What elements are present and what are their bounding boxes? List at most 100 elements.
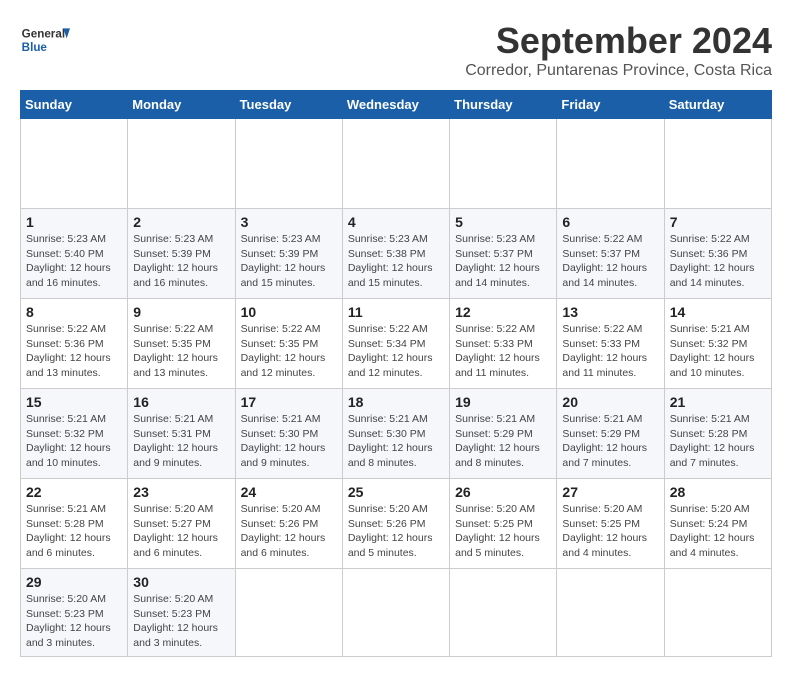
table-cell: [450, 119, 557, 209]
day-number: 28: [670, 484, 766, 500]
table-cell: 28 Sunrise: 5:20 AMSunset: 5:24 PMDayligh…: [664, 479, 771, 569]
table-cell: 20 Sunrise: 5:21 AMSunset: 5:29 PMDayligh…: [557, 389, 664, 479]
day-info: Sunrise: 5:20 AMSunset: 5:25 PMDaylight:…: [562, 502, 658, 561]
day-info: Sunrise: 5:21 AMSunset: 5:29 PMDaylight:…: [455, 412, 551, 471]
table-cell: 21 Sunrise: 5:21 AMSunset: 5:28 PMDayligh…: [664, 389, 771, 479]
table-cell: 30 Sunrise: 5:20 AMSunset: 5:23 PMDayligh…: [128, 569, 235, 657]
day-number: 22: [26, 484, 122, 500]
table-cell: [342, 119, 449, 209]
col-monday: Monday: [128, 91, 235, 119]
day-number: 29: [26, 574, 122, 590]
day-info: Sunrise: 5:21 AMSunset: 5:32 PMDaylight:…: [670, 322, 766, 381]
table-cell: 23 Sunrise: 5:20 AMSunset: 5:27 PMDayligh…: [128, 479, 235, 569]
table-cell: [128, 119, 235, 209]
table-cell: 11Sunrise: 5:22 AMSunset: 5:34 PMDayligh…: [342, 299, 449, 389]
day-info: Sunrise: 5:21 AMSunset: 5:28 PMDaylight:…: [670, 412, 766, 471]
day-number: 6: [562, 214, 658, 230]
table-cell: 5 Sunrise: 5:23 AMSunset: 5:37 PMDaylight…: [450, 209, 557, 299]
day-number: 1: [26, 214, 122, 230]
day-number: 9: [133, 304, 229, 320]
table-cell: [342, 569, 449, 657]
svg-text:General: General: [22, 28, 65, 41]
day-number: 4: [348, 214, 444, 230]
day-number: 25: [348, 484, 444, 500]
day-info: Sunrise: 5:20 AMSunset: 5:23 PMDaylight:…: [133, 592, 229, 651]
day-info: Sunrise: 5:23 AMSunset: 5:37 PMDaylight:…: [455, 232, 551, 291]
page-header: General Blue September 2024 Corredor, Pu…: [20, 20, 772, 80]
logo-svg: General Blue: [20, 20, 70, 60]
col-saturday: Saturday: [664, 91, 771, 119]
day-number: 3: [241, 214, 337, 230]
table-cell: 17Sunrise: 5:21 AMSunset: 5:30 PMDayligh…: [235, 389, 342, 479]
table-cell: [235, 569, 342, 657]
day-number: 15: [26, 394, 122, 410]
day-info: Sunrise: 5:22 AMSunset: 5:34 PMDaylight:…: [348, 322, 444, 381]
day-number: 12: [455, 304, 551, 320]
table-cell: 8Sunrise: 5:22 AMSunset: 5:36 PMDaylight…: [21, 299, 128, 389]
day-info: Sunrise: 5:23 AMSunset: 5:40 PMDaylight:…: [26, 232, 122, 291]
table-cell: [664, 569, 771, 657]
day-info: Sunrise: 5:22 AMSunset: 5:36 PMDaylight:…: [670, 232, 766, 291]
table-cell: 26 Sunrise: 5:20 AMSunset: 5:25 PMDayligh…: [450, 479, 557, 569]
table-cell: 16 Sunrise: 5:21 AMSunset: 5:31 PMDayligh…: [128, 389, 235, 479]
logo: General Blue: [20, 20, 70, 60]
col-sunday: Sunday: [21, 91, 128, 119]
table-cell: 1 Sunrise: 5:23 AMSunset: 5:40 PMDaylight…: [21, 209, 128, 299]
table-cell: 10Sunrise: 5:22 AMSunset: 5:35 PMDayligh…: [235, 299, 342, 389]
day-info: Sunrise: 5:20 AMSunset: 5:24 PMDaylight:…: [670, 502, 766, 561]
day-number: 13: [562, 304, 658, 320]
day-number: 2: [133, 214, 229, 230]
table-cell: 13 Sunrise: 5:22 AMSunset: 5:33 PMDayligh…: [557, 299, 664, 389]
day-info: Sunrise: 5:21 AMSunset: 5:29 PMDaylight:…: [562, 412, 658, 471]
day-info: Sunrise: 5:20 AMSunset: 5:23 PMDaylight:…: [26, 592, 122, 651]
day-info: Sunrise: 5:22 AMSunset: 5:33 PMDaylight:…: [562, 322, 658, 381]
col-tuesday: Tuesday: [235, 91, 342, 119]
location-subtitle: Corredor, Puntarenas Province, Costa Ric…: [465, 62, 772, 80]
day-info: Sunrise: 5:23 AMSunset: 5:38 PMDaylight:…: [348, 232, 444, 291]
day-info: Sunrise: 5:21 AMSunset: 5:31 PMDaylight:…: [133, 412, 229, 471]
day-number: 18: [348, 394, 444, 410]
day-number: 16: [133, 394, 229, 410]
day-info: Sunrise: 5:21 AMSunset: 5:28 PMDaylight:…: [26, 502, 122, 561]
day-number: 5: [455, 214, 551, 230]
day-number: 30: [133, 574, 229, 590]
svg-text:Blue: Blue: [22, 41, 48, 54]
day-number: 7: [670, 214, 766, 230]
day-number: 8: [26, 304, 122, 320]
month-title: September 2024: [465, 20, 772, 62]
day-info: Sunrise: 5:20 AMSunset: 5:27 PMDaylight:…: [133, 502, 229, 561]
table-cell: 25Sunrise: 5:20 AMSunset: 5:26 PMDayligh…: [342, 479, 449, 569]
day-number: 20: [562, 394, 658, 410]
table-cell: 3Sunrise: 5:23 AMSunset: 5:39 PMDaylight…: [235, 209, 342, 299]
day-number: 19: [455, 394, 551, 410]
day-info: Sunrise: 5:22 AMSunset: 5:37 PMDaylight:…: [562, 232, 658, 291]
table-cell: [235, 119, 342, 209]
day-info: Sunrise: 5:20 AMSunset: 5:25 PMDaylight:…: [455, 502, 551, 561]
table-cell: 15Sunrise: 5:21 AMSunset: 5:32 PMDayligh…: [21, 389, 128, 479]
table-cell: [450, 569, 557, 657]
day-info: Sunrise: 5:21 AMSunset: 5:30 PMDaylight:…: [348, 412, 444, 471]
table-cell: 18 Sunrise: 5:21 AMSunset: 5:30 PMDayligh…: [342, 389, 449, 479]
day-number: 17: [241, 394, 337, 410]
col-thursday: Thursday: [450, 91, 557, 119]
day-number: 14: [670, 304, 766, 320]
table-cell: 2 Sunrise: 5:23 AMSunset: 5:39 PMDaylight…: [128, 209, 235, 299]
table-cell: [557, 569, 664, 657]
day-number: 21: [670, 394, 766, 410]
table-cell: 7 Sunrise: 5:22 AMSunset: 5:36 PMDaylight…: [664, 209, 771, 299]
day-info: Sunrise: 5:20 AMSunset: 5:26 PMDaylight:…: [241, 502, 337, 561]
table-cell: [557, 119, 664, 209]
day-info: Sunrise: 5:22 AMSunset: 5:35 PMDaylight:…: [241, 322, 337, 381]
col-friday: Friday: [557, 91, 664, 119]
table-cell: 19 Sunrise: 5:21 AMSunset: 5:29 PMDayligh…: [450, 389, 557, 479]
day-number: 23: [133, 484, 229, 500]
table-cell: 22 Sunrise: 5:21 AMSunset: 5:28 PMDayligh…: [21, 479, 128, 569]
table-cell: 24Sunrise: 5:20 AMSunset: 5:26 PMDayligh…: [235, 479, 342, 569]
col-wednesday: Wednesday: [342, 91, 449, 119]
day-info: Sunrise: 5:23 AMSunset: 5:39 PMDaylight:…: [133, 232, 229, 291]
table-cell: 6 Sunrise: 5:22 AMSunset: 5:37 PMDaylight…: [557, 209, 664, 299]
title-area: September 2024 Corredor, Puntarenas Prov…: [465, 20, 772, 80]
table-cell: 4 Sunrise: 5:23 AMSunset: 5:38 PMDaylight…: [342, 209, 449, 299]
day-number: 26: [455, 484, 551, 500]
table-cell: 12Sunrise: 5:22 AMSunset: 5:33 PMDayligh…: [450, 299, 557, 389]
